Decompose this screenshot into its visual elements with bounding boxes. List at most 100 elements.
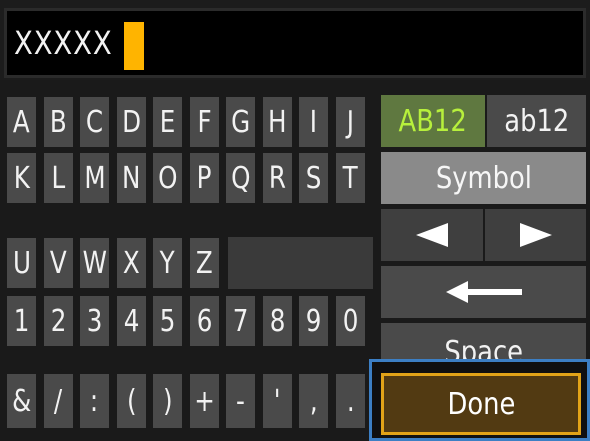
left-arrow-icon bbox=[416, 223, 448, 247]
keyboard-key-label: 4 bbox=[123, 303, 140, 339]
keyboard-key[interactable]: - bbox=[226, 374, 255, 428]
keyboard-key[interactable]: 3 bbox=[80, 296, 109, 346]
keyboard-key[interactable]: E bbox=[153, 97, 182, 147]
keyboard-key-label: . bbox=[346, 383, 355, 419]
uppercase-mode-label: AB12 bbox=[398, 103, 468, 139]
keyboard-key-label: T bbox=[342, 160, 359, 196]
keyboard-key-label: - bbox=[236, 383, 245, 419]
keyboard-key[interactable]: Z bbox=[190, 238, 219, 288]
keyboard-key[interactable]: Q bbox=[226, 153, 255, 203]
keyboard-key-label: / bbox=[54, 383, 63, 419]
keyboard-key-label: 6 bbox=[196, 303, 213, 339]
cursor-right-button[interactable] bbox=[485, 209, 586, 261]
done-button[interactable]: Done bbox=[381, 373, 581, 435]
keyboard-key-label: 3 bbox=[86, 303, 103, 339]
keyboard-key-label: F bbox=[197, 104, 212, 140]
symbol-label: Symbol bbox=[435, 160, 532, 196]
symbol-button[interactable]: Symbol bbox=[381, 152, 586, 204]
keyboard-key-label: I bbox=[309, 104, 318, 140]
keyboard-key[interactable]: O bbox=[153, 153, 182, 203]
keyboard-key-label: M bbox=[83, 160, 106, 196]
keyboard-key-label: G bbox=[230, 104, 251, 140]
text-cursor bbox=[124, 22, 144, 70]
keyboard-key[interactable]: N bbox=[117, 153, 146, 203]
keyboard-key-label: + bbox=[194, 383, 215, 419]
keyboard-key[interactable]: T bbox=[336, 153, 365, 203]
right-arrow-icon bbox=[519, 223, 552, 247]
keyboard-key[interactable]: X bbox=[117, 238, 146, 288]
keyboard-key[interactable]: F bbox=[190, 97, 219, 147]
keyboard-key[interactable]: 1 bbox=[7, 296, 36, 346]
keyboard-key[interactable]: , bbox=[299, 374, 328, 428]
keyboard-key-label: Y bbox=[159, 245, 176, 281]
keyboard-key-label: B bbox=[50, 104, 67, 140]
keyboard-key-label: : bbox=[90, 383, 99, 419]
keyboard-key-label: E bbox=[159, 104, 176, 140]
keyboard-key[interactable]: H bbox=[263, 97, 292, 147]
keyboard-key-label: 5 bbox=[159, 303, 176, 339]
keyboard-key-label: L bbox=[51, 160, 66, 196]
keyboard-key[interactable]: G bbox=[226, 97, 255, 147]
keyboard-key[interactable]: 6 bbox=[190, 296, 219, 346]
done-label: Done bbox=[447, 386, 515, 422]
keyboard-key-label: R bbox=[268, 160, 287, 196]
space-button[interactable]: Space bbox=[381, 323, 586, 359]
keyboard-key[interactable]: Y bbox=[153, 238, 182, 288]
keyboard-key[interactable]: P bbox=[190, 153, 219, 203]
keyboard-key-label: K bbox=[13, 160, 30, 196]
keyboard-key-label: ' bbox=[274, 383, 281, 419]
text-input-field[interactable]: XXXXX bbox=[4, 8, 586, 78]
keyboard-key[interactable]: R bbox=[263, 153, 292, 203]
keyboard-key[interactable]: 8 bbox=[263, 296, 292, 346]
keyboard-key-label: X bbox=[123, 245, 140, 281]
keyboard-key[interactable]: . bbox=[336, 374, 365, 428]
keyboard-key-label: D bbox=[122, 104, 141, 140]
keyboard-key[interactable]: J bbox=[336, 97, 365, 147]
keyboard-key[interactable]: ) bbox=[153, 374, 182, 428]
keyboard-key[interactable]: ' bbox=[263, 374, 292, 428]
keyboard-key[interactable]: 9 bbox=[299, 296, 328, 346]
keyboard-key[interactable]: W bbox=[80, 238, 109, 288]
backspace-arrow-icon bbox=[445, 281, 522, 303]
keyboard-key[interactable]: 2 bbox=[44, 296, 73, 346]
keyboard-key[interactable]: B bbox=[44, 97, 73, 147]
keyboard-key[interactable]: & bbox=[7, 374, 36, 428]
keyboard-key[interactable]: ( bbox=[117, 374, 146, 428]
keyboard-key[interactable]: 7 bbox=[226, 296, 255, 346]
keyboard-key-label: ( bbox=[126, 383, 137, 419]
keyboard-key-label: 7 bbox=[232, 303, 249, 339]
keyboard-key[interactable]: 4 bbox=[117, 296, 146, 346]
keyboard-key[interactable]: K bbox=[7, 153, 36, 203]
keyboard-key-label: U bbox=[12, 245, 31, 281]
keyboard-key-label: ) bbox=[162, 383, 173, 419]
keyboard-key-label: Q bbox=[230, 160, 251, 196]
keyboard-key[interactable]: A bbox=[7, 97, 36, 147]
keyboard-key-label: Z bbox=[196, 245, 213, 281]
keyboard-key[interactable]: V bbox=[44, 238, 73, 288]
keyboard-key[interactable]: C bbox=[80, 97, 109, 147]
keyboard-key-label: 2 bbox=[50, 303, 67, 339]
lowercase-mode-button[interactable]: ab12 bbox=[487, 95, 586, 147]
keyboard-key[interactable]: U bbox=[7, 238, 36, 288]
keyboard-key-label: 9 bbox=[305, 303, 322, 339]
keyboard-key[interactable]: + bbox=[190, 374, 219, 428]
keyboard-key[interactable]: : bbox=[80, 374, 109, 428]
keyboard-key[interactable]: D bbox=[117, 97, 146, 147]
keyboard-key[interactable]: / bbox=[44, 374, 73, 428]
uppercase-mode-button[interactable]: AB12 bbox=[381, 95, 485, 147]
keyboard-key[interactable]: M bbox=[80, 153, 109, 203]
keyboard-key[interactable]: 0 bbox=[336, 296, 365, 346]
backspace-button[interactable] bbox=[381, 266, 586, 318]
keyboard-key-label: P bbox=[197, 160, 212, 196]
keyboard-key[interactable]: 5 bbox=[153, 296, 182, 346]
keyboard-key[interactable]: I bbox=[299, 97, 328, 147]
keyboard-key-label: , bbox=[309, 383, 318, 419]
keyboard-key-label: 0 bbox=[342, 303, 359, 339]
cursor-left-button[interactable] bbox=[381, 209, 483, 261]
lowercase-mode-label: ab12 bbox=[503, 103, 570, 139]
keyboard-key-label: W bbox=[82, 245, 107, 281]
input-value: XXXXX bbox=[14, 24, 113, 62]
keyboard-key[interactable]: L bbox=[44, 153, 73, 203]
keyboard-key[interactable]: S bbox=[299, 153, 328, 203]
keyboard-key-label: C bbox=[85, 104, 104, 140]
